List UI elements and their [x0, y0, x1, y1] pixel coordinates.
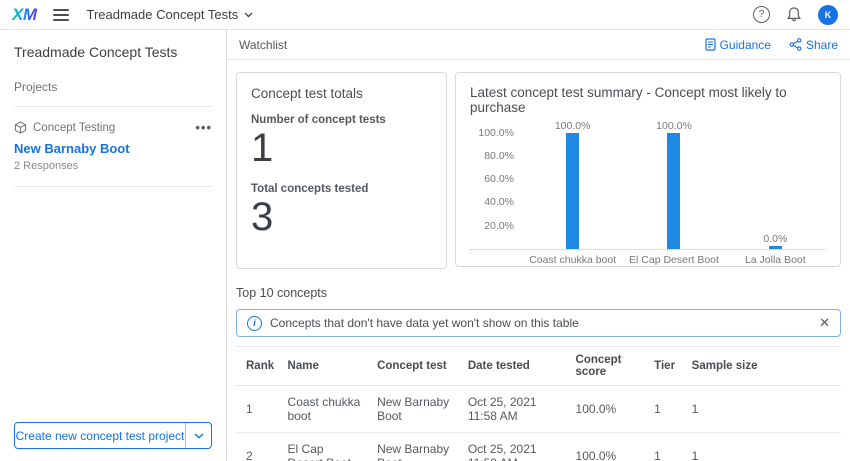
chevron-down-icon	[244, 12, 253, 18]
concept-testing-cube-icon	[14, 121, 27, 134]
bar-group: 0.0%	[725, 233, 826, 249]
metric-value: 1	[251, 126, 432, 170]
projects-section-label: Projects	[14, 80, 212, 94]
table-cell: 1	[646, 386, 684, 433]
create-project-split-button: Create new concept test project	[14, 422, 212, 449]
y-tick-label: 40.0%	[484, 196, 514, 208]
y-tick-label: 20.0%	[484, 220, 514, 232]
table-header-row: RankNameConcept testDate testedConcept s…	[236, 347, 841, 386]
bar-value-label: 100.0%	[656, 120, 692, 132]
table-cell: 1	[684, 386, 841, 433]
sidebar: Treadmade Concept Tests Projects Concept…	[0, 30, 227, 461]
user-avatar[interactable]: K	[818, 5, 838, 25]
metric-total-concepts-tested: Total concepts tested 3	[251, 183, 432, 239]
table-cell: El Cap Desert Boot	[280, 433, 370, 461]
table-cell: 100.0%	[568, 386, 647, 433]
project-list-item: Concept Testing ••• New Barnaby Boot 2 R…	[14, 121, 212, 172]
top-bar: XM Treadmade Concept Tests ? K	[0, 0, 850, 30]
xm-logo: XM	[12, 5, 37, 25]
share-link[interactable]: Share	[789, 38, 838, 52]
guidance-document-icon	[705, 38, 716, 51]
table-cell: 1	[684, 433, 841, 461]
create-project-dropdown-toggle[interactable]	[185, 423, 211, 448]
bar-value-label: 0.0%	[763, 233, 787, 245]
bar	[667, 133, 680, 249]
page-title: Watchlist	[239, 38, 287, 52]
concept-test-totals-card: Concept test totals Number of concept te…	[236, 72, 447, 269]
guidance-label: Guidance	[720, 38, 771, 52]
bar-group: 100.0%	[522, 120, 623, 249]
table-row: 2El Cap Desert BootNew Barnaby BootOct 2…	[236, 433, 841, 461]
notifications-bell-icon[interactable]	[786, 6, 802, 23]
info-banner-text: Concepts that don't have data yet won't …	[270, 316, 579, 330]
project-type-label: Concept Testing	[33, 122, 115, 134]
main-panel: Watchlist Guidance	[227, 30, 850, 461]
column-header: Tier	[646, 347, 684, 386]
table-cell: Oct 25, 2021 11:58 AM	[460, 433, 568, 461]
table-cell: 1	[236, 386, 280, 433]
table-cell: 2	[236, 433, 280, 461]
guidance-link[interactable]: Guidance	[705, 38, 771, 52]
table-cell: Oct 25, 2021 11:58 AM	[460, 386, 568, 433]
watchlist-header: Watchlist Guidance	[227, 30, 850, 60]
top-concepts-table: RankNameConcept testDate testedConcept s…	[236, 346, 841, 461]
metric-value: 3	[251, 195, 432, 239]
column-header: Sample size	[684, 347, 841, 386]
project-selector[interactable]: Treadmade Concept Tests	[87, 7, 254, 22]
project-responses-count: 2 Responses	[14, 160, 212, 172]
x-category-label: El Cap Desert Boot	[623, 254, 724, 266]
metric-number-of-concept-tests: Number of concept tests 1	[251, 114, 432, 170]
chart-plot-area: 100.0% 100.0% 0.0%	[522, 121, 826, 249]
project-name-link[interactable]: New Barnaby Boot	[14, 141, 130, 156]
x-category-label: Coast chukka boot	[522, 254, 623, 266]
column-header: Concept test	[369, 347, 460, 386]
totals-card-title: Concept test totals	[251, 86, 432, 101]
sidebar-title: Treadmade Concept Tests	[14, 44, 212, 60]
chevron-down-icon	[194, 433, 204, 439]
project-selector-label: Treadmade Concept Tests	[87, 7, 239, 22]
bar-group: 100.0%	[623, 120, 724, 249]
latest-summary-chart-card: Latest concept test summary - Concept mo…	[455, 72, 841, 267]
table-section-title: Top 10 concepts	[236, 286, 841, 300]
chart-y-axis: 100.0% 80.0% 60.0% 40.0% 20.0%	[470, 121, 522, 249]
chart-title: Latest concept test summary - Concept mo…	[470, 85, 826, 115]
table-row: 1Coast chukka bootNew Barnaby BootOct 25…	[236, 386, 841, 433]
column-header: Concept score	[568, 347, 647, 386]
divider	[14, 186, 212, 187]
info-icon: i	[247, 316, 262, 331]
share-label: Share	[806, 38, 838, 52]
share-icon	[789, 38, 802, 51]
divider	[14, 106, 212, 107]
project-options-ellipsis-icon[interactable]: •••	[195, 124, 212, 132]
bar	[769, 246, 782, 249]
column-header: Rank	[236, 347, 280, 386]
bar-chart: 100.0% 80.0% 60.0% 40.0% 20.0% 100.0% 100.0% 0…	[470, 121, 826, 266]
hamburger-menu-icon[interactable]	[53, 9, 69, 21]
column-header: Date tested	[460, 347, 568, 386]
help-icon[interactable]: ?	[753, 6, 770, 23]
x-category-label: La Jolla Boot	[725, 254, 826, 266]
bar-value-label: 100.0%	[555, 120, 591, 132]
close-icon[interactable]: ✕	[819, 315, 830, 331]
table-cell: New Barnaby Boot	[369, 386, 460, 433]
table-cell: 1	[646, 433, 684, 461]
chart-x-axis-labels: Coast chukka bootEl Cap Desert BootLa Jo…	[522, 254, 826, 266]
table-cell: New Barnaby Boot	[369, 433, 460, 461]
y-tick-label: 100.0%	[478, 127, 514, 139]
watchlist-content: Concept test totals Number of concept te…	[227, 60, 850, 461]
bar	[566, 133, 579, 249]
column-header: Name	[280, 347, 370, 386]
info-banner: i Concepts that don't have data yet won'…	[236, 309, 841, 337]
create-project-button[interactable]: Create new concept test project	[15, 423, 185, 448]
y-tick-label: 60.0%	[484, 173, 514, 185]
y-tick-label: 80.0%	[484, 150, 514, 162]
table-cell: Coast chukka boot	[280, 386, 370, 433]
table-cell: 100.0%	[568, 433, 647, 461]
